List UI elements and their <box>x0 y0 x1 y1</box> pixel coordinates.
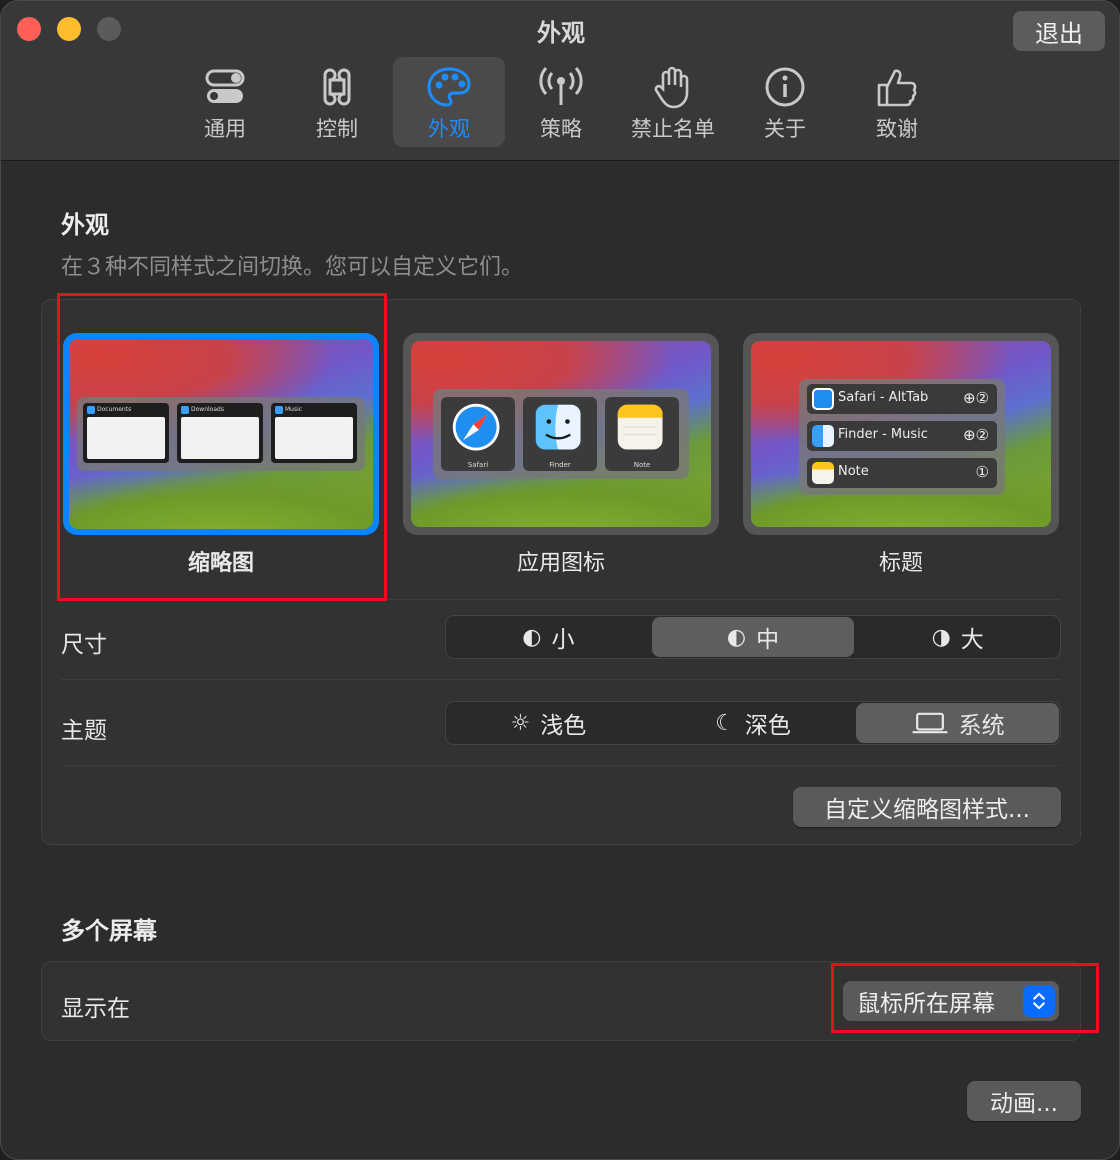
style-card-app-icons[interactable]: Safari Finder Note <box>403 333 719 535</box>
toggles-icon <box>205 69 245 103</box>
safari-icon <box>452 403 500 451</box>
finder-icon <box>275 406 283 414</box>
theme-option-light[interactable]: ☼ 浅色 <box>447 703 650 743</box>
finder-icon <box>535 404 581 450</box>
half-circle-icon: ◐ <box>522 624 542 650</box>
appearance-title: 外观 <box>61 211 109 239</box>
app-tile-safari: Safari <box>441 397 515 471</box>
size-option-large[interactable]: ◑ 大 <box>856 617 1059 657</box>
tab-about[interactable]: 关于 <box>729 57 841 147</box>
tab-general[interactable]: 通用 <box>169 57 281 147</box>
thumbnail-switcher-preview: Documents Downloads Music <box>77 397 365 471</box>
highlight-box-show-on <box>831 963 1099 1033</box>
sun-icon: ☼ <box>510 710 531 736</box>
wallpaper-preview: Safari - AltTab ⊕② Finder - Music ⊕② Not… <box>751 341 1051 527</box>
multiple-screens-title: 多个屏幕 <box>61 917 157 945</box>
theme-segmented-control: ☼ 浅色 ☾ 深色 系统 <box>445 701 1061 745</box>
tab-label: 关于 <box>764 117 806 141</box>
title-row: Safari - AltTab ⊕② <box>807 384 997 414</box>
style-card-titles[interactable]: Safari - AltTab ⊕② Finder - Music ⊕② Not… <box>743 333 1059 535</box>
titles-switcher-preview: Safari - AltTab ⊕② Finder - Music ⊕② Not… <box>799 379 1005 495</box>
style-label-app-icons: 应用图标 <box>516 551 605 576</box>
divider <box>61 765 1061 766</box>
title-row: Finder - Music ⊕② <box>807 421 997 451</box>
tab-blacklist[interactable]: 禁止名单 <box>617 57 729 147</box>
mini-window-title: Documents <box>97 406 132 413</box>
finder-icon <box>87 406 95 414</box>
palette-icon <box>427 67 471 107</box>
app-icons-switcher-preview: Safari Finder Note <box>433 389 689 479</box>
tab-appearance[interactable]: 外观 <box>393 57 505 147</box>
tab-controls[interactable]: 控制 <box>281 57 393 147</box>
antenna-icon <box>539 66 583 105</box>
app-tile-notes: Note <box>605 397 679 471</box>
tab-label: 控制 <box>316 117 358 141</box>
mini-window: Downloads <box>177 403 263 463</box>
theme-option-dark[interactable]: ☾ 深色 <box>652 703 855 743</box>
size-option-small[interactable]: ◐ 小 <box>447 617 650 657</box>
thumbs-up-icon <box>877 69 917 107</box>
animation-button[interactable]: 动画... <box>967 1081 1081 1121</box>
half-circle-icon: ◑ <box>931 624 951 650</box>
tab-label: 外观 <box>428 117 470 141</box>
command-icon <box>323 68 351 106</box>
hand-icon <box>654 66 689 109</box>
tab-label: 致谢 <box>876 117 918 141</box>
laptop-icon <box>912 712 948 734</box>
size-label: 尺寸 <box>61 632 107 658</box>
mini-window-title: Downloads <box>191 406 224 413</box>
quit-button[interactable]: 退出 <box>1013 11 1105 51</box>
tab-label: 通用 <box>204 117 246 141</box>
finder-icon <box>181 406 189 414</box>
show-on-label: 显示在 <box>61 996 130 1022</box>
size-segmented-control: ◐ 小 ◐ 中 ◑ 大 <box>445 615 1061 659</box>
safari-icon <box>812 388 834 410</box>
style-label-titles: 标题 <box>878 551 923 576</box>
window-title: 外观 <box>537 19 585 47</box>
theme-label: 主题 <box>61 718 107 744</box>
mini-window: Documents <box>83 403 169 463</box>
finder-icon <box>812 425 834 447</box>
mini-window: Music <box>271 403 357 463</box>
half-circle-icon: ◐ <box>726 624 747 650</box>
tab-bar: 通用 控制 外观 策略 禁止名单 关于 致谢 <box>169 57 953 147</box>
notes-icon <box>812 462 834 484</box>
theme-option-system[interactable]: 系统 <box>856 703 1060 743</box>
divider <box>61 679 1061 680</box>
size-option-medium[interactable]: ◐ 中 <box>651 617 855 657</box>
tab-label: 禁止名单 <box>631 117 715 141</box>
customize-thumbnail-style-button[interactable]: 自定义缩略图样式... <box>793 787 1061 827</box>
notes-icon <box>617 404 663 450</box>
mini-window-title: Music <box>285 406 303 413</box>
settings-window: 外观 退出 通用 控制 外观 策略 禁止名单 关于 致谢 外观 在３种不同样式之… <box>0 0 1120 1160</box>
wallpaper-preview: Safari Finder Note <box>411 341 711 527</box>
title-row: Note ① <box>807 458 997 488</box>
tab-acknowledgments[interactable]: 致谢 <box>841 57 953 147</box>
tab-policies[interactable]: 策略 <box>505 57 617 147</box>
tab-label: 策略 <box>540 117 582 141</box>
info-icon <box>765 67 805 107</box>
moon-icon: ☾ <box>715 710 735 736</box>
toolbar: 外观 退出 通用 控制 外观 策略 禁止名单 关于 致谢 <box>1 1 1119 161</box>
appearance-subtitle: 在３种不同样式之间切换。您可以自定义它们。 <box>61 255 524 280</box>
app-tile-finder: Finder <box>523 397 597 471</box>
